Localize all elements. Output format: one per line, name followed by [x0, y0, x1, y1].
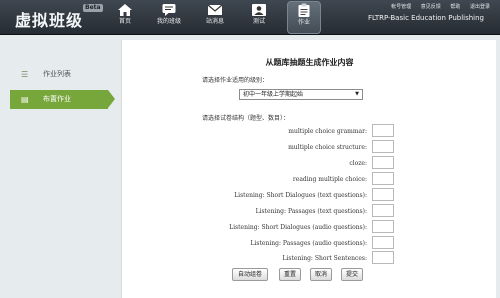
question-count-input[interactable] — [372, 236, 394, 249]
top-header: 虚拟班级 Beta 首页 我的班级 站消息 测试 作业 帐号管理 意见反馈 帮助… — [0, 0, 500, 35]
question-label: Listening: Passages (audio questions): — [250, 240, 367, 247]
nav-test-label: 测试 — [252, 18, 265, 25]
publisher-name: FLTRP-Basic Education Publishing — [367, 14, 484, 22]
question-label: Listening: Short Dialogues (audio questi… — [229, 224, 367, 231]
sidebar-item-label: 作业列表 — [43, 70, 71, 78]
question-label: Listening: Passages (text questions): — [255, 208, 367, 215]
logout-link[interactable]: 退出登录 — [470, 4, 490, 10]
app-logo: 虚拟班级 — [15, 11, 84, 30]
level-label: 请选择作业适用的级别： — [202, 77, 269, 84]
nav-messages-label: 站消息 — [205, 18, 224, 25]
page-title: 从题库抽题生成作业内容 — [265, 57, 354, 67]
assign-icon: ▤ — [21, 95, 29, 104]
chat-icon — [162, 4, 176, 16]
question-label: Listening: Short Sentences: — [282, 255, 368, 262]
question-count-input[interactable] — [372, 188, 394, 201]
question-count-input[interactable] — [372, 156, 394, 169]
nav-my-class[interactable]: 我的班级 — [152, 2, 186, 33]
question-label: Listening: Short Dialogues (text questio… — [234, 192, 367, 199]
question-count-input[interactable] — [372, 140, 394, 153]
nav-home[interactable]: 首页 — [108, 2, 142, 33]
question-count-input[interactable] — [372, 172, 394, 185]
level-select[interactable]: 初中一年级上学期起始 ▼ — [239, 89, 363, 100]
reset-button[interactable]: 重置 — [279, 268, 301, 281]
list-icon: ☰ — [21, 70, 29, 79]
chevron-down-icon: ▼ — [355, 91, 359, 97]
feedback-link[interactable]: 意见反馈 — [421, 4, 441, 10]
nav-test[interactable]: 测试 — [242, 2, 276, 33]
home-icon — [118, 4, 132, 16]
nav-my-class-label: 我的班级 — [156, 18, 181, 25]
question-count-input[interactable] — [372, 124, 394, 137]
level-select-value: 初中一年级上学期起始 — [243, 91, 304, 98]
question-label: multiple choice structure: — [288, 144, 367, 151]
nav-messages[interactable]: 站消息 — [198, 2, 232, 33]
auto-generate-button[interactable]: 自动组卷 — [232, 268, 268, 281]
structure-label: 请选择试卷结构（题型、数目）： — [202, 115, 290, 122]
nav-homework[interactable]: 作业 — [287, 1, 321, 34]
user-icon — [252, 4, 266, 16]
nav-homework-label: 作业 — [297, 19, 310, 26]
app-window: 虚拟班级 Beta 首页 我的班级 站消息 测试 作业 帐号管理 意见反馈 帮助… — [0, 0, 500, 298]
beta-badge: Beta — [83, 4, 103, 12]
sidebar-item-homework-list[interactable]: ☰ 作业列表 — [10, 65, 108, 84]
question-count-input[interactable] — [372, 204, 394, 217]
question-label: multiple choice grammar: — [288, 128, 367, 135]
mail-icon — [207, 4, 223, 15]
top-links: 帐号管理 意见反馈 帮助 退出登录 — [383, 3, 490, 10]
sidebar: ☰ 作业列表 ▤ 布置作业 — [0, 36, 115, 298]
clipboard-icon — [298, 3, 310, 17]
account-link[interactable]: 帐号管理 — [391, 4, 411, 10]
question-count-input[interactable] — [372, 251, 394, 264]
sidebar-item-assign-homework[interactable]: ▤ 布置作业 — [10, 90, 115, 109]
question-count-input[interactable] — [372, 220, 394, 233]
nav-home-label: 首页 — [118, 18, 131, 25]
main-panel: 从题库抽题生成作业内容 请选择作业适用的级别： 初中一年级上学期起始 ▼ 请选择… — [121, 40, 496, 298]
sidebar-item-label: 布置作业 — [43, 95, 71, 103]
cancel-button[interactable]: 取消 — [310, 268, 332, 281]
question-label: reading multiple choice: — [292, 176, 367, 183]
help-link[interactable]: 帮助 — [450, 4, 460, 10]
question-label: cloze: — [349, 160, 367, 167]
submit-button[interactable]: 提交 — [341, 268, 363, 281]
